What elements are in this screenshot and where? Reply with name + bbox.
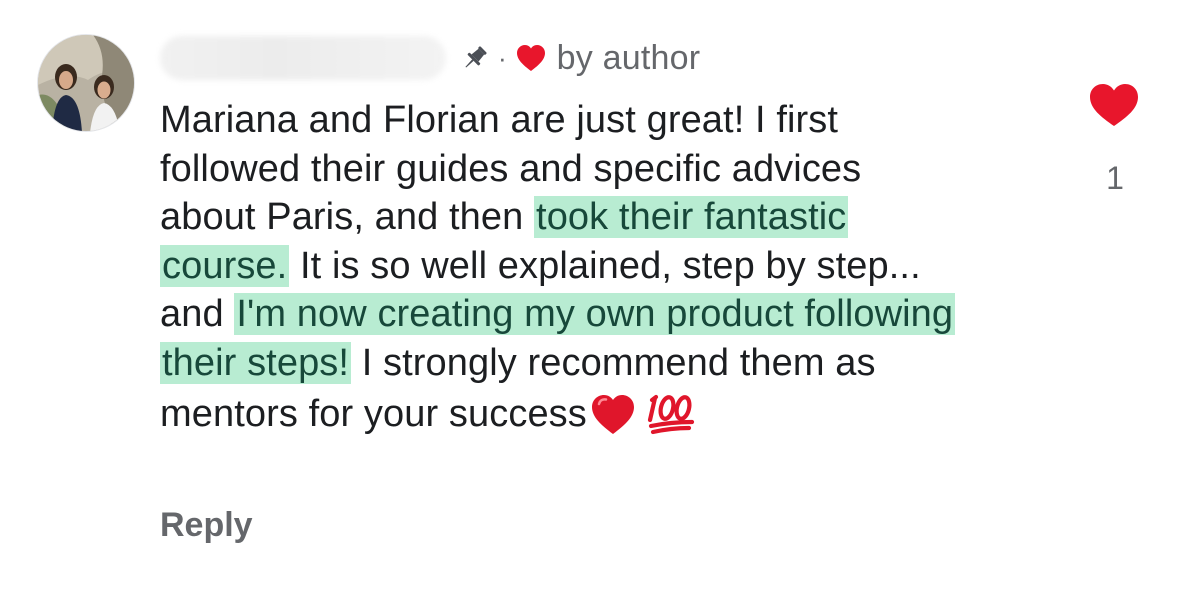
reply-button[interactable]: Reply [160, 506, 253, 545]
pin-icon [460, 43, 490, 73]
meta-separator: · [498, 42, 507, 73]
author-name-blurred[interactable] [160, 36, 446, 80]
red-heart-emoji [589, 392, 637, 436]
author-heart-icon [515, 43, 547, 73]
comment-body: Mariana and Florian are just great! I fi… [160, 96, 960, 438]
hundred-points-emoji [645, 388, 697, 436]
avatar[interactable] [37, 34, 135, 132]
comment-meta: · by author [160, 30, 700, 86]
like-count: 1 [1106, 160, 1124, 196]
comment: · by author Mariana and Florian are just… [0, 0, 1200, 600]
like-heart-icon[interactable] [1088, 82, 1140, 128]
by-author-label: by author [556, 38, 701, 77]
